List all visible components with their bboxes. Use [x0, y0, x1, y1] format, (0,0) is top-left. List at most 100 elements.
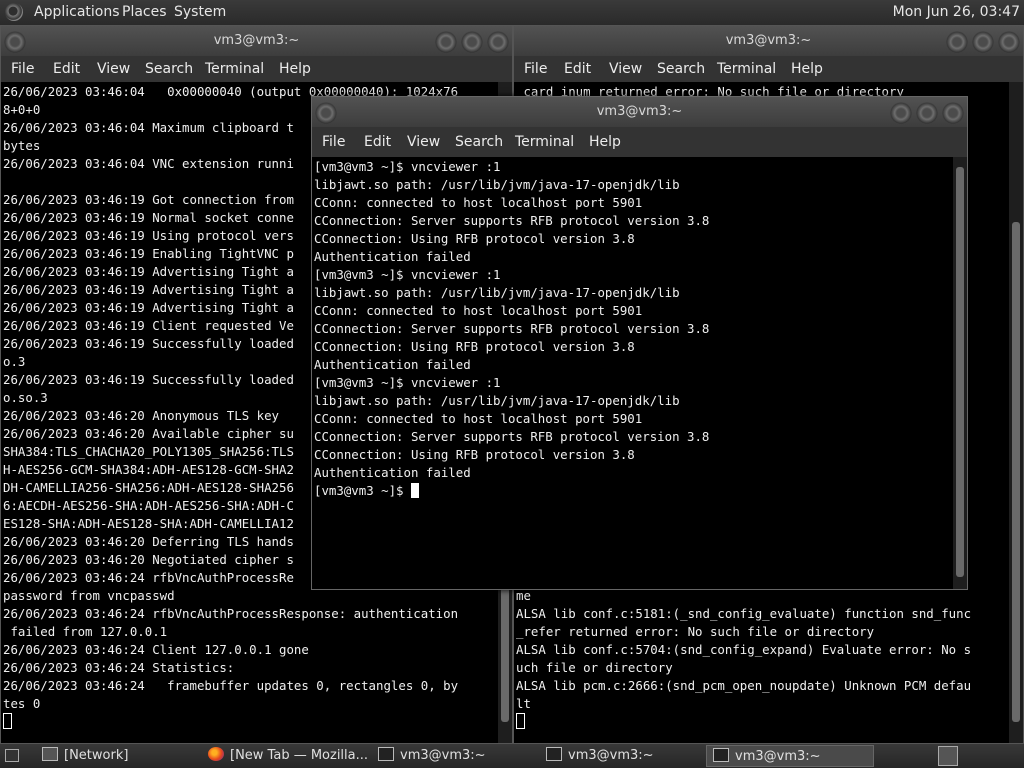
terminal-line: 26/06/2023 03:46:24 Statistics: [3, 660, 235, 675]
workspace-switcher-icon[interactable] [938, 746, 958, 766]
terminal-line: ALSA lib conf.c:5181:(_snd_config_evalua… [516, 606, 972, 621]
firefox-icon [208, 747, 224, 761]
terminal-icon [713, 748, 729, 762]
terminal-line: CConnection: Using RFB protocol version … [314, 231, 635, 246]
prompt-line [516, 713, 1009, 731]
maximize-button[interactable] [973, 32, 993, 52]
terminal-line: Authentication failed [314, 357, 471, 372]
taskbar-item-terminal-2[interactable]: vm3@vm3:~ [540, 745, 706, 767]
terminal-line: uch file or directory [516, 660, 673, 675]
menu-view[interactable]: View [97, 56, 130, 82]
menu-file[interactable]: File [11, 56, 34, 82]
menu-help[interactable]: Help [791, 56, 823, 82]
terminal-line: Authentication failed [314, 465, 471, 480]
scrollbar[interactable] [1009, 82, 1023, 743]
terminal-line: Authentication failed [314, 249, 471, 264]
terminal-line: [vm3@vm3 ~]$ vncviewer :1 [314, 159, 501, 174]
terminal-line: [vm3@vm3 ~]$ vncviewer :1 [314, 375, 501, 390]
window-controls [885, 103, 963, 123]
window-title: vm3@vm3:~ [213, 33, 300, 48]
text-cursor [516, 713, 525, 729]
menu-help[interactable]: Help [279, 56, 311, 82]
window-title: vm3@vm3:~ [725, 33, 812, 48]
terminal-line: libjawt.so path: /usr/lib/jvm/java-17-op… [314, 393, 680, 408]
system-menu[interactable]: System [174, 4, 226, 20]
menu-view[interactable]: View [407, 127, 440, 157]
terminal-line: CConnection: Using RFB protocol version … [314, 339, 635, 354]
terminal-line: CConn: connected to host localhost port … [314, 411, 643, 426]
window-controls [430, 32, 508, 52]
terminal-line: CConn: connected to host localhost port … [314, 195, 643, 210]
menu-file[interactable]: File [322, 127, 345, 157]
menu-edit[interactable]: Edit [364, 127, 391, 157]
terminal-icon [378, 747, 394, 761]
terminal-line: 26/06/2023 03:46:24 framebuffer updates … [3, 678, 459, 693]
title-bar[interactable]: vm3@vm3:~ [1, 26, 512, 56]
menu-bar: File Edit View Search Terminal Help [312, 127, 967, 157]
menu-bar: File Edit View Search Terminal Help [514, 56, 1023, 82]
terminal-line: libjawt.so path: /usr/lib/jvm/java-17-op… [314, 177, 680, 192]
top-panel: Applications Places System Mon Jun 26, 0… [0, 0, 1024, 25]
menu-terminal[interactable]: Terminal [717, 56, 776, 82]
terminal-line: CConnection: Server supports RFB protoco… [314, 429, 710, 444]
menu-search[interactable]: Search [657, 56, 705, 82]
minimize-button[interactable] [947, 32, 967, 52]
scrollbar[interactable] [953, 157, 967, 589]
terminal-line: lt [516, 696, 531, 711]
title-bar[interactable]: vm3@vm3:~ [312, 97, 967, 127]
terminal-line: ALSA lib pcm.c:2666:(snd_pcm_open_noupda… [516, 678, 972, 693]
applications-menu[interactable]: Applications [34, 4, 120, 20]
clock[interactable]: Mon Jun 26, 03:47 [893, 4, 1020, 20]
terminal-line: ALSA lib conf.c:5704:(snd_config_expand)… [516, 642, 972, 657]
scroll-thumb[interactable] [956, 167, 964, 577]
menu-terminal[interactable]: Terminal [515, 127, 574, 157]
terminal-line: failed from 127.0.0.1 [3, 624, 168, 639]
terminal-line: 26/06/2023 03:46:24 rfbVncAuthProcessRes… [3, 606, 459, 621]
network-icon [42, 747, 58, 761]
terminal-line: CConnection: Server supports RFB protoco… [314, 321, 710, 336]
minimize-button[interactable] [436, 32, 456, 52]
title-bar[interactable]: vm3@vm3:~ [514, 26, 1023, 56]
menu-search[interactable]: Search [455, 127, 503, 157]
shell-prompt: [vm3@vm3 ~]$ [314, 483, 411, 498]
terminal-line: libjawt.so path: /usr/lib/jvm/java-17-op… [314, 285, 680, 300]
menu-edit[interactable]: Edit [53, 56, 80, 82]
show-desktop-icon[interactable] [5, 749, 19, 762]
maximize-button[interactable] [917, 103, 937, 123]
places-menu[interactable]: Places [122, 4, 167, 20]
prompt-line [3, 713, 498, 731]
maximize-button[interactable] [462, 32, 482, 52]
taskbar-item-terminal-3[interactable]: vm3@vm3:~ [706, 745, 874, 767]
terminal-line: _refer returned error: No such file or d… [516, 624, 875, 639]
minimize-button[interactable] [891, 103, 911, 123]
menu-edit[interactable]: Edit [564, 56, 591, 82]
terminal-output[interactable]: [vm3@vm3 ~]$ vncviewer :1 libjawt.so path… [312, 157, 953, 589]
menu-view[interactable]: View [609, 56, 642, 82]
bottom-panel: [Network] [New Tab — Mozilla... vm3@vm3:… [0, 744, 1024, 768]
terminal-line: tes 0 [3, 696, 41, 711]
close-button[interactable] [488, 32, 508, 52]
terminal-line: CConnection: Server supports RFB protoco… [314, 213, 710, 228]
menu-file[interactable]: File [524, 56, 547, 82]
terminal-window-front: vm3@vm3:~ File Edit View Search Terminal… [311, 96, 968, 590]
window-menu-button[interactable] [5, 32, 25, 52]
window-menu-button[interactable] [316, 103, 336, 123]
taskbar-item-firefox[interactable]: [New Tab — Mozilla... [202, 745, 372, 767]
text-cursor [3, 713, 12, 729]
menu-bar: File Edit View Search Terminal Help [1, 56, 512, 82]
scroll-thumb[interactable] [1012, 222, 1020, 722]
close-button[interactable] [943, 103, 963, 123]
window-controls [941, 32, 1019, 52]
menu-help[interactable]: Help [589, 127, 621, 157]
terminal-line: 26/06/2023 03:46:24 Client 127.0.0.1 gon… [3, 642, 309, 657]
distro-logo-icon[interactable] [5, 3, 23, 21]
terminal-line: [vm3@vm3 ~]$ vncviewer :1 [314, 267, 501, 282]
menu-search[interactable]: Search [145, 56, 193, 82]
close-button[interactable] [999, 32, 1019, 52]
taskbar-item-terminal-1[interactable]: vm3@vm3:~ [372, 745, 538, 767]
prompt-line: [vm3@vm3 ~]$ [314, 482, 953, 500]
taskbar-item-network[interactable]: [Network] [36, 745, 196, 767]
menu-terminal[interactable]: Terminal [205, 56, 264, 82]
terminal-line: CConnection: Using RFB protocol version … [314, 447, 635, 462]
terminal-icon [546, 747, 562, 761]
